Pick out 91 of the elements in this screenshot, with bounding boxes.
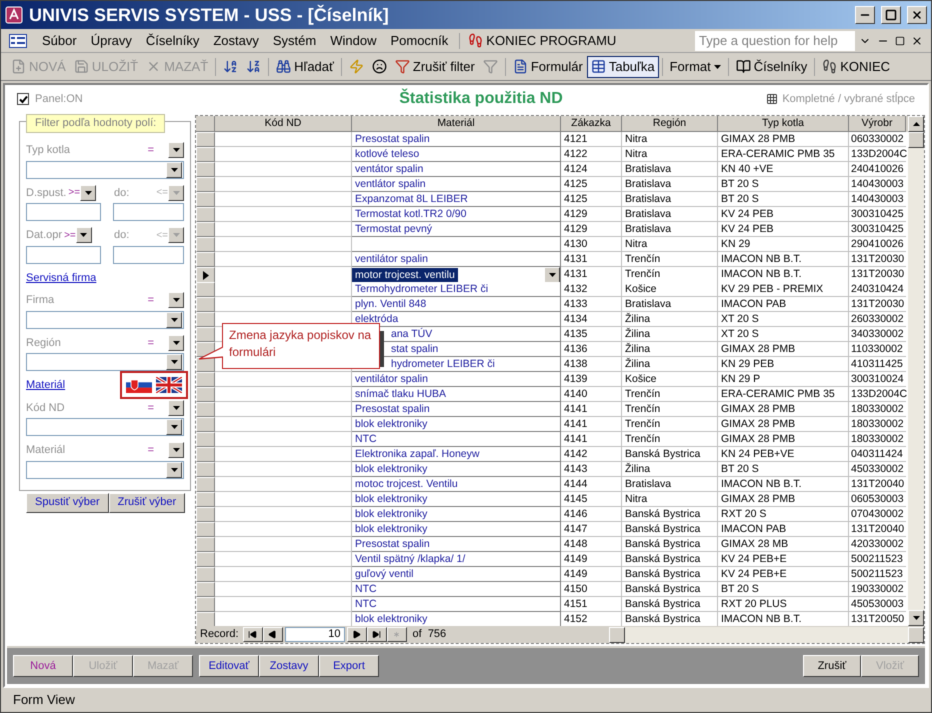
action-button[interactable]: Zrušiť xyxy=(803,655,861,677)
menu-item[interactable]: Úpravy xyxy=(84,30,139,50)
action-button[interactable]: Zostavy xyxy=(259,655,319,677)
operator-label: <= xyxy=(156,186,168,200)
table-cell-text: hydrometer LEIBER či xyxy=(390,357,496,371)
action-button[interactable]: Export xyxy=(319,655,379,677)
section-link[interactable]: Servisná firma xyxy=(26,270,96,286)
operator-label: = xyxy=(148,443,154,458)
table-cell-text: Termohydrometer LEIBER či xyxy=(354,282,490,296)
filter-legend: Filter podľa hodnoty polí: xyxy=(26,114,166,132)
record-number-field[interactable]: 10 xyxy=(284,627,345,642)
field-label: Dat.opr xyxy=(26,228,62,243)
table-cell-text: Ventil spätný /klapka/ 1/ xyxy=(354,552,466,566)
window-title: UNIVIS SERVIS SYSTEM - USS - [Číselník] xyxy=(29,4,390,27)
table-cell-text: ventlátor spalin xyxy=(354,177,427,191)
toolbar-button[interactable]: Formulár xyxy=(508,56,587,78)
operator-label: = xyxy=(148,336,154,350)
table-cell-text: blok elektroniky xyxy=(354,522,428,536)
help-search-field[interactable]: Type a question for help xyxy=(695,30,855,50)
menu-item[interactable]: Window xyxy=(323,30,384,50)
table-cell-text: ventátor spalin xyxy=(354,162,424,176)
toolbar-button[interactable]: Číselníky xyxy=(732,56,812,78)
status-text: Form View xyxy=(13,691,75,710)
operator-label: >= xyxy=(64,228,76,243)
checkbox-label: Panel:ON xyxy=(35,92,83,107)
exit-program-menu-item[interactable]: KONIEC PROGRAMU xyxy=(464,30,620,50)
table-cell-text: blok elektroniky xyxy=(354,462,428,476)
field-label: Typ kotla xyxy=(26,143,72,158)
filter-action-button[interactable]: Spustiť výber xyxy=(26,492,109,512)
table-cell-text: Termostat pevný xyxy=(354,222,434,236)
record-count: of 756 xyxy=(412,627,446,642)
operator-label: >= xyxy=(68,186,80,200)
table-cell-text: ventilátor spalin xyxy=(354,252,429,266)
form-title: Štatistika použitia ND xyxy=(398,88,564,109)
table-cell-text: blok elektroniky xyxy=(354,492,428,506)
table-cell-text: NTC xyxy=(354,432,378,446)
table-cell-text: NTC xyxy=(354,582,378,596)
table-cell-text: blok elektroniky xyxy=(354,612,428,626)
menu-item[interactable]: Súbor xyxy=(35,30,84,50)
menu-item[interactable]: Systém xyxy=(266,30,324,50)
table-cell-text: motoc trojcest. Ventilu xyxy=(354,477,459,491)
menu-item[interactable]: Zostavy xyxy=(206,30,266,50)
field-label: Kód ND xyxy=(26,400,66,416)
table-cell-text: NTC xyxy=(354,597,378,611)
table-cell-text: Termostat kotl.TR2 0/90 xyxy=(354,207,468,221)
toolbar-button[interactable]: Hľadať xyxy=(272,56,338,78)
field-label: Región xyxy=(26,336,62,350)
table-cell-text: ventilátor spalin xyxy=(354,372,429,386)
table-cell-text: stat spalin xyxy=(390,342,440,356)
table-cell-text: Elektronika zapaľ. Honeyw xyxy=(354,447,480,461)
operator-label: = xyxy=(148,400,154,416)
field-label: do: xyxy=(114,228,130,243)
operator-label: <= xyxy=(156,228,168,243)
field-label: D.spust. xyxy=(26,186,66,200)
column-header[interactable]: Materiál xyxy=(352,116,561,132)
table-cell-text: kotlové teleso xyxy=(354,147,420,161)
field-label: do: xyxy=(114,186,130,200)
field-label: Firma xyxy=(26,293,56,308)
table-cell-text: Presostat spalin xyxy=(354,132,431,146)
toolbar-button[interactable]: Zrušiť filter xyxy=(390,56,479,78)
table-cell-text: blok elektroniky xyxy=(354,507,428,521)
action-button[interactable]: Editovať xyxy=(199,655,259,677)
table-cell-text: Expanzomat 8L LEIBER xyxy=(354,192,469,206)
column-header[interactable]: Výrobr xyxy=(849,116,906,132)
columns-toggle-label: Kompletné / vybrané stĺpce xyxy=(782,91,915,107)
table-cell-text: snímač tlaku HUBA xyxy=(354,387,448,401)
menu-item[interactable]: Pomocník xyxy=(383,30,456,50)
navigator-label: Record: xyxy=(200,627,239,642)
column-header[interactable]: Región xyxy=(622,116,718,132)
field-label: Materiál xyxy=(26,443,66,458)
table-cell-text: Presostat spalin xyxy=(354,402,431,416)
toolbar-button[interactable]: KONIEC xyxy=(818,56,894,78)
table-cell-text: ana TÚV xyxy=(390,327,434,341)
column-header[interactable]: Zákazka xyxy=(561,116,622,132)
table-cell-text: Presostat spalin xyxy=(354,537,431,551)
table-cell-text: plyn. Ventil 848 xyxy=(354,297,428,311)
table-cell-text: elektróda xyxy=(354,312,400,326)
column-header[interactable]: Typ kotla xyxy=(718,116,849,132)
table-cell-text: guľový ventil xyxy=(354,567,415,581)
operator-label: = xyxy=(148,293,154,308)
filter-action-button[interactable]: Zrušiť výber xyxy=(108,492,186,512)
column-header[interactable]: Kód ND xyxy=(215,116,352,132)
table-cell-text: blok elektroniky xyxy=(354,417,428,431)
toolbar-button[interactable]: Format xyxy=(666,56,725,78)
callout-tooltip: Zmena jazyka popiskov na formulári xyxy=(222,323,380,369)
table-cell: motor trojcest. ventilu xyxy=(352,268,458,282)
action-button[interactable]: Nová xyxy=(13,655,73,677)
operator-label: = xyxy=(148,143,154,158)
toolbar-button[interactable]: Tabuľka xyxy=(586,56,659,78)
section-link[interactable]: Materiál xyxy=(26,377,66,394)
menu-item[interactable]: Číselníky xyxy=(138,30,206,50)
